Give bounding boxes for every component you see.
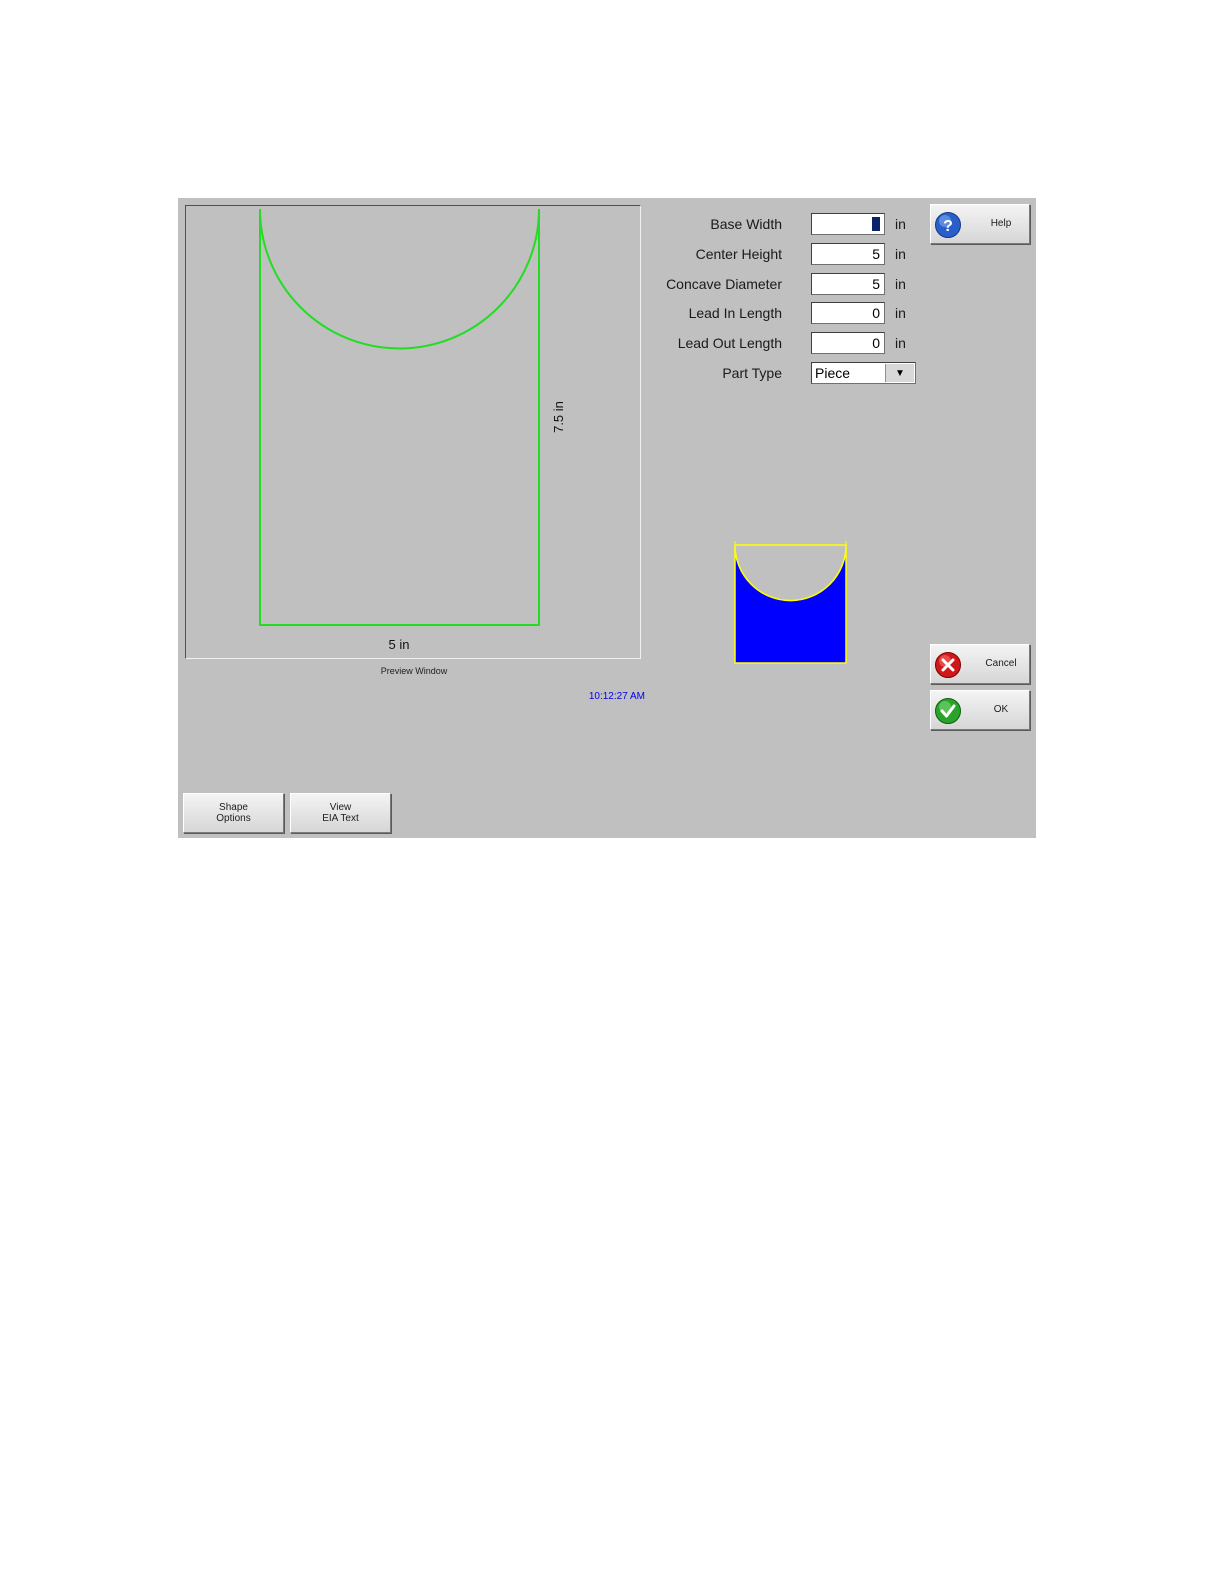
help-button[interactable]: ? Help [930,204,1030,244]
shape-outline [259,208,540,626]
field-label: Lead Out Length [677,335,782,351]
height-dimension-label: 7.5 in [551,401,566,433]
preview-caption: Preview Window [380,666,448,676]
field-unit: in [895,305,906,321]
field-label: Lead In Length [688,305,782,321]
question-mark-icon: ? [935,212,961,238]
preview-window: 5 in 7.5 in [185,205,641,659]
help-label: Help [990,218,1012,229]
cancel-label: Cancel [985,658,1017,669]
field-base-width: Base Width in [658,213,918,237]
ok-button[interactable]: OK [930,690,1030,730]
field-unit: in [895,276,906,292]
preview-drawing: 5 in 7.5 in [259,208,566,652]
field-part-type: Part Type Piece ▼ [658,362,918,386]
chevron-down-icon[interactable]: ▼ [885,364,914,382]
field-lead-out-length: Lead Out Length in [658,332,918,356]
lead-in-length-input[interactable] [811,302,885,324]
green-check-icon [935,698,961,724]
field-label: Part Type [722,365,782,381]
field-unit: in [895,335,906,351]
part-type-value: Piece [815,365,851,381]
field-label: Concave Diameter [666,276,782,292]
red-x-icon [935,652,961,678]
field-unit: in [895,246,906,262]
shape-options-label: Shape Options [216,802,251,824]
width-dimension-label: 5 in [389,637,410,652]
field-label: Base Width [710,216,782,232]
selection-highlight [872,217,880,231]
field-label: Center Height [695,246,782,262]
view-eia-text-button[interactable]: View EIA Text [290,793,391,833]
ok-label: OK [993,704,1009,715]
shape-thumbnail [734,541,847,664]
clock: 10:12:27 AM [588,691,645,702]
field-concave-diameter: Concave Diameter in [658,273,918,297]
center-height-input[interactable] [811,243,885,265]
lead-out-length-input[interactable] [811,332,885,354]
cancel-button[interactable]: Cancel [930,644,1030,684]
field-center-height: Center Height in [658,243,918,267]
view-eia-text-label: View EIA Text [322,802,359,824]
shape-options-button[interactable]: Shape Options [183,793,284,833]
shape-wizard-window: 5 in 7.5 in Preview Window 10:12:27 AM B… [178,198,1036,838]
field-lead-in-length: Lead In Length in [658,302,918,326]
part-type-select[interactable]: Piece ▼ [811,362,916,384]
svg-text:?: ? [943,218,953,235]
concave-diameter-input[interactable] [811,273,885,295]
field-unit: in [895,216,906,232]
